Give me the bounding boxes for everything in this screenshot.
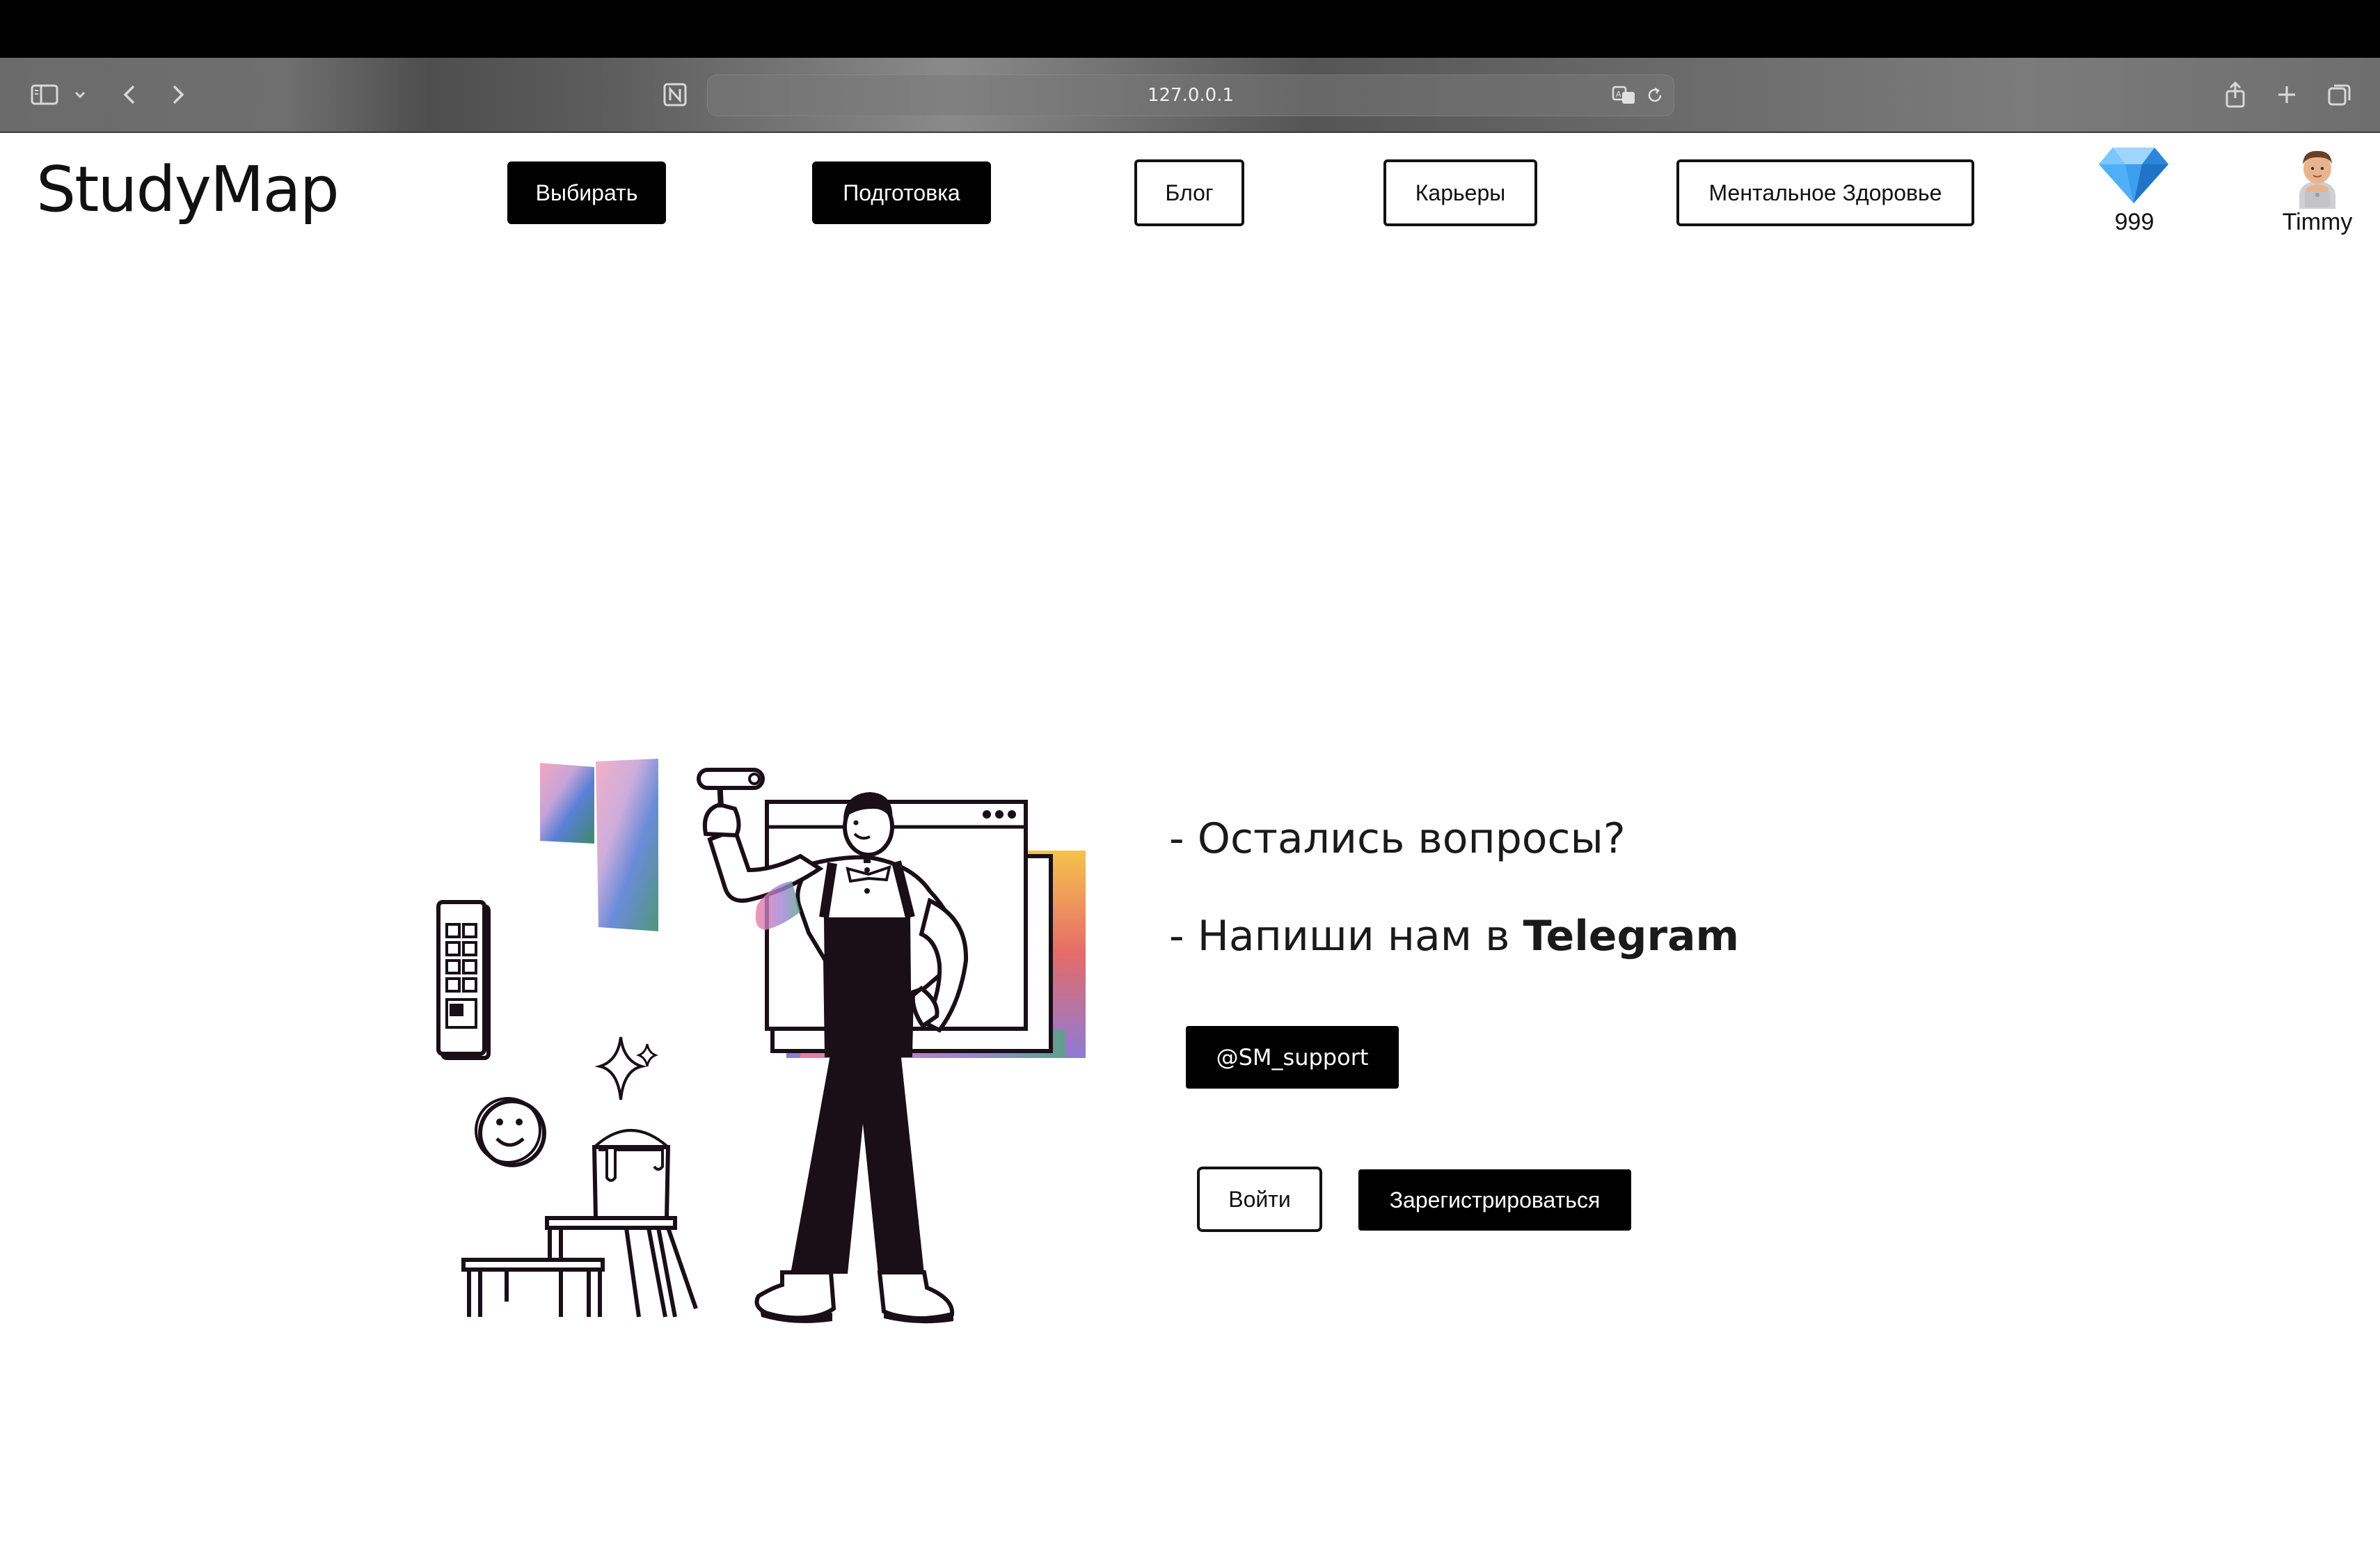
browser-toolbar: 127.0.0.1 A (0, 58, 2380, 133)
address-bar[interactable]: 127.0.0.1 A (707, 74, 1674, 116)
url-text: 127.0.0.1 (1147, 85, 1235, 106)
telegram-heading: - Напиши нам в Telegram (1169, 912, 1739, 961)
sidebar-icon[interactable] (25, 58, 64, 132)
translate-icon[interactable]: A (1610, 75, 1639, 116)
gem-count: 999 (2114, 209, 2155, 235)
nav-preparation-button[interactable]: Подготовка (812, 161, 991, 224)
avatar[interactable] (2290, 146, 2345, 209)
back-icon[interactable] (116, 58, 143, 132)
painter-illustration (425, 752, 1086, 1336)
nav-blog-button[interactable]: Блог (1134, 159, 1244, 226)
share-icon[interactable] (2220, 58, 2251, 132)
notion-icon[interactable] (660, 58, 690, 132)
questions-heading: - Остались вопросы? (1169, 814, 1626, 863)
login-button[interactable]: Войти (1197, 1167, 1322, 1232)
reload-icon[interactable] (1643, 75, 1667, 116)
gem-icon[interactable] (2097, 145, 2170, 208)
user-name[interactable]: Timmy (2269, 209, 2366, 236)
nav-careers-button[interactable]: Карьеры (1383, 159, 1537, 226)
nav-mental-health-button[interactable]: Ментальное Здоровье (1676, 159, 1974, 226)
top-black-band (0, 0, 2380, 58)
forward-icon[interactable] (164, 58, 192, 132)
new-tab-icon[interactable] (2271, 58, 2302, 132)
chevron-down-icon[interactable] (70, 58, 90, 132)
svg-text:A: A (1616, 90, 1621, 99)
nav-choose-button[interactable]: Выбирать (507, 161, 666, 224)
telegram-support-button[interactable]: @SM_support (1186, 1026, 1399, 1089)
telegram-heading-prefix: - Напиши нам в (1169, 912, 1523, 961)
register-button[interactable]: Зарегистрироваться (1358, 1169, 1631, 1231)
telegram-heading-strong: Telegram (1523, 912, 1740, 961)
site-logo[interactable]: StudyMap (36, 152, 340, 228)
tabs-overview-icon[interactable] (2323, 58, 2356, 132)
